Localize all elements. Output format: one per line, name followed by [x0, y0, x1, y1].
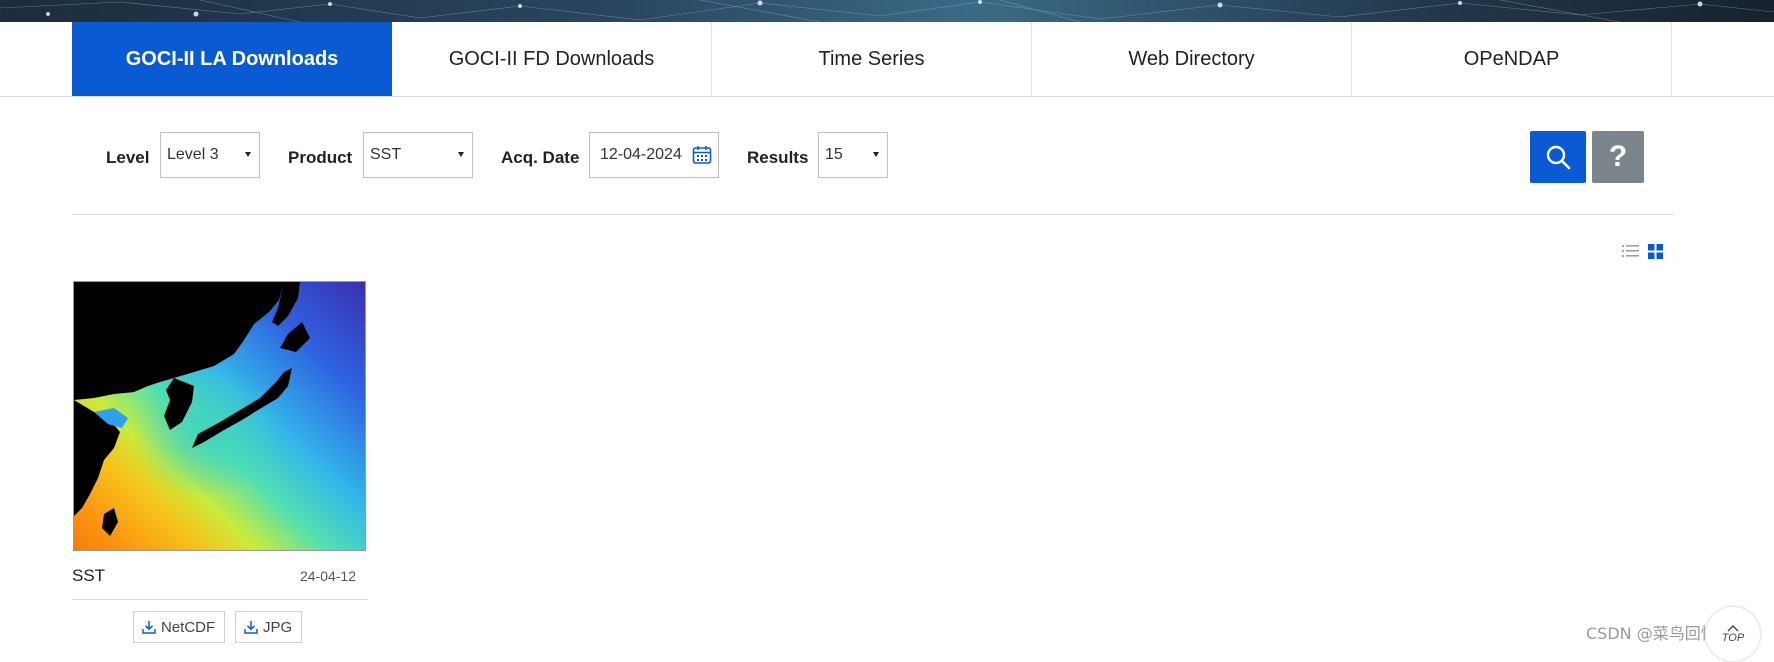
- search-icon: [1546, 145, 1571, 170]
- tab-goci-ii-fd-downloads[interactable]: GOCI-II FD Downloads: [392, 22, 712, 96]
- results-label: Results: [747, 148, 809, 167]
- search-button[interactable]: [1530, 131, 1586, 183]
- header-banner: [0, 0, 1774, 22]
- tab-list: GOCI-II LA Downloads GOCI-II FD Download…: [72, 22, 1672, 96]
- product-label: Product: [288, 148, 353, 167]
- scroll-top-label: TOP: [1721, 632, 1745, 644]
- acq-date-value: 12-04-2024: [600, 146, 682, 163]
- sst-thumbnail-image[interactable]: [73, 281, 366, 551]
- level-label: Level: [106, 148, 150, 167]
- result-date: 24-04-12: [299, 568, 356, 584]
- help-button[interactable]: ?: [1592, 131, 1644, 183]
- download-netcdf-button[interactable]: NetCDF: [133, 611, 226, 643]
- acq-date-input[interactable]: 12-04-2024: [589, 132, 719, 178]
- scroll-top-button[interactable]: TOP: [1705, 606, 1761, 662]
- calendar-icon[interactable]: [692, 145, 712, 170]
- download-icon: [142, 621, 156, 634]
- chevron-down-icon: [873, 152, 879, 157]
- tab-goci-ii-la-downloads[interactable]: GOCI-II LA Downloads: [72, 22, 392, 96]
- result-card: SST 24-04-12 NetCDF JPG: [72, 281, 368, 643]
- chevron-down-icon: [245, 152, 251, 157]
- tab-time-series[interactable]: Time Series: [712, 22, 1032, 96]
- results-select[interactable]: 15: [818, 132, 888, 178]
- tab-bar: GOCI-II LA Downloads GOCI-II FD Download…: [0, 22, 1774, 97]
- product-select-value: SST: [370, 146, 402, 163]
- acq-date-label: Acq. Date: [501, 148, 580, 167]
- download-jpg-label: JPG: [263, 618, 293, 636]
- results-select-value: 15: [825, 146, 843, 163]
- download-netcdf-label: NetCDF: [161, 618, 216, 636]
- level-select[interactable]: Level 3: [160, 132, 260, 178]
- grid-view-icon[interactable]: [1648, 244, 1663, 264]
- result-title: SST: [72, 566, 106, 585]
- network-graphic: [0, 0, 1774, 22]
- download-jpg-button[interactable]: JPG: [235, 611, 303, 643]
- level-select-value: Level 3: [167, 146, 219, 163]
- search-form: Level Level 3 Product SST Acq. Date 12-0…: [72, 96, 1674, 215]
- tab-web-directory[interactable]: Web Directory: [1032, 22, 1352, 96]
- download-icon: [244, 621, 258, 634]
- arrow-up-icon: [1727, 625, 1739, 632]
- card-divider: [72, 599, 368, 600]
- tab-opendap[interactable]: OPeNDAP: [1352, 22, 1672, 96]
- product-select[interactable]: SST: [363, 132, 473, 178]
- chevron-down-icon: [458, 152, 464, 157]
- list-view-icon[interactable]: [1622, 244, 1639, 263]
